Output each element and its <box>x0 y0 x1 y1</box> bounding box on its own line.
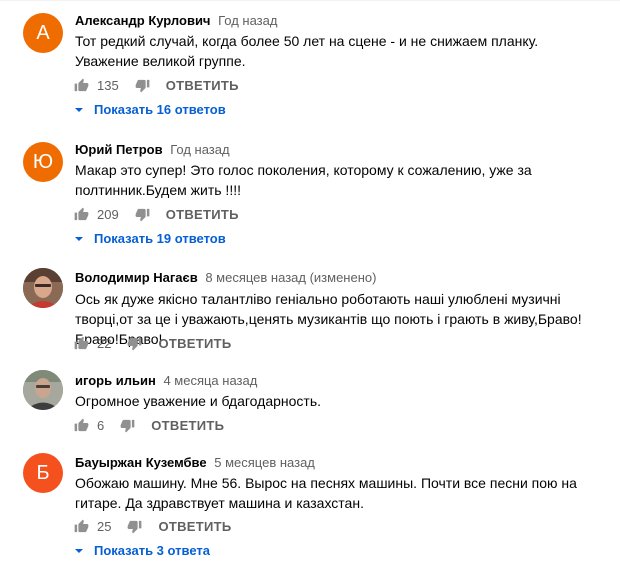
comment-author[interactable]: Володимир Нагаєв <box>75 270 198 285</box>
avatar-letter: Ю <box>32 150 54 173</box>
top-divider <box>0 0 620 1</box>
chevron-down-icon <box>75 236 83 241</box>
reply-button[interactable]: ОТВЕТИТЬ <box>166 78 239 93</box>
avatar-letter: А <box>36 21 50 44</box>
comment-text: Огромное уважение и бдагодарность. <box>75 393 322 409</box>
like-count: 209 <box>97 206 119 222</box>
user-photo <box>23 268 63 308</box>
comment-header: Володимир Нагаєв 8 месяцев назад (измене… <box>75 270 376 285</box>
comment-header: игорь ильин 4 месяца назад <box>75 373 257 388</box>
show-replies-label: Показать 19 ответов <box>94 231 226 246</box>
comment-time[interactable]: 5 месяцев назад <box>214 455 315 470</box>
comment-time[interactable]: 4 месяца назад <box>163 373 257 388</box>
comment-author[interactable]: Александр Курлович <box>75 13 210 28</box>
show-replies-button[interactable]: Показать 19 ответов <box>74 231 226 246</box>
comment-actions: 209 ОТВЕТИТЬ <box>74 204 239 224</box>
comment-header: Юрий Петров Год назад <box>75 142 230 157</box>
comment-actions: 22 ОТВЕТИТЬ <box>74 333 232 353</box>
comment-header: Александр Курлович Год назад <box>75 13 277 28</box>
thumb-up-icon[interactable] <box>74 519 89 534</box>
reply-button[interactable]: ОТВЕТИТЬ <box>158 336 231 351</box>
thumb-down-icon[interactable] <box>127 519 142 534</box>
like-count: 135 <box>97 77 119 93</box>
thumb-up-icon[interactable] <box>74 418 89 433</box>
comment-actions: 6 ОТВЕТИТЬ <box>74 415 224 435</box>
comment-author[interactable]: игорь ильин <box>75 373 156 388</box>
thumb-up-icon[interactable] <box>74 78 89 93</box>
comment-time[interactable]: 8 месяцев назад (изменено) <box>205 270 376 285</box>
chevron-down-icon <box>75 107 83 112</box>
comment-text: Макар это супер! Это голос поколения, ко… <box>75 162 532 198</box>
comment-text: Обожаю машину. Мне 56. Вырос на песнях м… <box>75 475 577 511</box>
thumb-up-icon[interactable] <box>74 336 89 351</box>
like-count: 25 <box>97 518 112 534</box>
comment-header: Бауыржан Кузембве 5 месяцев назад <box>75 455 315 470</box>
reply-button[interactable]: ОТВЕТИТЬ <box>166 207 239 222</box>
comment-text: Тот редкий случай, когда более 50 лет на… <box>75 33 539 69</box>
comment-time[interactable]: Год назад <box>218 13 277 28</box>
thumb-up-icon[interactable] <box>74 207 89 222</box>
like-count: 22 <box>97 335 112 351</box>
avatar[interactable]: Б <box>23 453 63 493</box>
avatar[interactable] <box>23 370 63 410</box>
user-photo <box>23 370 63 410</box>
avatar[interactable]: А <box>23 13 63 53</box>
show-replies-button[interactable]: Показать 16 ответов <box>74 102 226 117</box>
comment-actions: 135 ОТВЕТИТЬ <box>74 75 239 95</box>
comment-author[interactable]: Бауыржан Кузембве <box>75 455 207 470</box>
reply-button[interactable]: ОТВЕТИТЬ <box>158 519 231 534</box>
thumb-down-icon[interactable] <box>135 78 150 93</box>
show-replies-label: Показать 3 ответа <box>94 543 210 558</box>
show-replies-button[interactable]: Показать 3 ответа <box>74 543 210 558</box>
avatar-letter: Б <box>36 461 50 484</box>
thumb-down-icon[interactable] <box>120 418 135 433</box>
chevron-down-icon <box>75 548 83 553</box>
comment-actions: 25 ОТВЕТИТЬ <box>74 516 232 536</box>
comment-time[interactable]: Год назад <box>170 142 229 157</box>
reply-button[interactable]: ОТВЕТИТЬ <box>151 418 224 433</box>
avatar[interactable]: Ю <box>23 142 63 182</box>
comment-author[interactable]: Юрий Петров <box>75 142 163 157</box>
like-count: 6 <box>97 417 105 433</box>
thumb-down-icon[interactable] <box>127 336 142 351</box>
show-replies-label: Показать 16 ответов <box>94 102 226 117</box>
avatar[interactable] <box>23 268 63 308</box>
thumb-down-icon[interactable] <box>135 207 150 222</box>
